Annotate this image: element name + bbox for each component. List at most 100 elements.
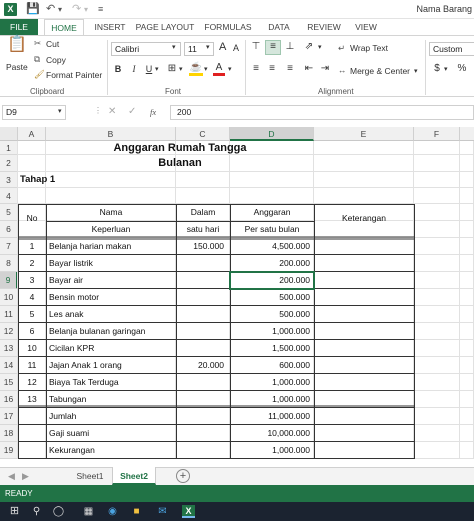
italic-button[interactable]: I: [128, 63, 140, 75]
item-no: 13: [27, 394, 37, 404]
shrink-font-button[interactable]: A: [233, 43, 239, 53]
paste-button[interactable]: Paste: [6, 62, 28, 72]
align-bottom-icon[interactable]: ⊥: [283, 41, 297, 53]
borders-icon[interactable]: ⊞: [165, 63, 179, 75]
copy-button[interactable]: Copy: [46, 55, 66, 65]
align-top-icon[interactable]: ⊤: [249, 41, 263, 53]
tab-review[interactable]: REVIEW: [302, 19, 346, 36]
chevron-down-icon[interactable]: ▾: [204, 65, 208, 73]
percent-button[interactable]: %: [456, 63, 468, 75]
undo-dropdown-icon[interactable]: ▾: [58, 2, 62, 17]
item-daily: 20.000: [198, 360, 224, 370]
prev-sheet-icon[interactable]: ◀: [8, 471, 15, 482]
item-monthly: 1,500.000: [272, 343, 310, 353]
chevron-down-icon[interactable]: ▾: [228, 65, 232, 73]
item-no: 5: [29, 309, 35, 319]
selected-cell-d9[interactable]: [229, 271, 315, 290]
tab-data[interactable]: DATA: [262, 19, 296, 36]
format-painter-icon[interactable]: 🖌: [34, 69, 45, 80]
tab-page-layout[interactable]: PAGE LAYOUT: [134, 19, 196, 36]
grow-font-button[interactable]: A: [219, 41, 226, 53]
enter-icon[interactable]: ✓: [128, 106, 136, 117]
chevron-down-icon[interactable]: ▾: [172, 43, 176, 51]
sheet-tab-sheet2[interactable]: Sheet2: [112, 467, 156, 485]
item-no: 12: [27, 377, 37, 387]
formula-input[interactable]: 200: [170, 105, 474, 120]
spreadsheet-grid: A B C D E F 1 2 3 4 5 6 7 8 9 10 11 12 13 14 15 16 17 18 1…: [0, 127, 474, 467]
item-monthly: 600.000: [279, 360, 310, 370]
tab-view[interactable]: VIEW: [350, 19, 382, 36]
search-icon[interactable]: ⚲: [30, 505, 43, 518]
tab-file[interactable]: FILE: [0, 19, 38, 36]
cut-button[interactable]: Cut: [46, 39, 59, 49]
header-anggaran: Anggaran: [253, 207, 291, 217]
edge-browser-icon[interactable]: ◉: [106, 505, 119, 518]
chevron-down-icon[interactable]: ▾: [444, 65, 448, 73]
item-name: Bayar listrik: [49, 258, 93, 268]
number-format-select[interactable]: Custom: [429, 42, 474, 56]
windows-taskbar: ⊞ ⚲ ◯ ▦ ◉ ■ ✉ X: [0, 502, 474, 521]
item-daily: [176, 391, 224, 408]
bold-button[interactable]: B: [112, 63, 124, 75]
decrease-indent-icon[interactable]: ⇤: [302, 63, 316, 75]
insert-function-button[interactable]: fx: [150, 107, 156, 117]
redo-dropdown-icon[interactable]: ▾: [84, 2, 88, 17]
customize-quick-access-icon[interactable]: ≡: [98, 2, 103, 17]
next-sheet-icon[interactable]: ▶: [22, 471, 29, 482]
cancel-icon[interactable]: ✕: [108, 106, 116, 117]
item-daily: [176, 289, 224, 306]
summary-label: Jumlah: [49, 411, 77, 421]
font-color-button[interactable]: A: [213, 62, 225, 76]
name-box[interactable]: D9: [2, 105, 66, 120]
chevron-down-icon[interactable]: ▾: [318, 43, 322, 51]
underline-button[interactable]: U: [143, 63, 155, 75]
more-icon: ⋮: [94, 106, 102, 115]
chevron-down-icon[interactable]: ▾: [58, 107, 62, 115]
align-left-icon[interactable]: ≡: [249, 63, 263, 75]
align-middle-icon[interactable]: ≡: [265, 40, 281, 55]
windows-start-icon[interactable]: ⊞: [8, 505, 21, 518]
font-name-select[interactable]: Calibri: [111, 42, 181, 56]
tab-formulas[interactable]: FORMULAS: [202, 19, 254, 36]
fill-color-icon[interactable]: ☕: [189, 62, 203, 76]
mail-icon[interactable]: ✉: [156, 505, 169, 518]
redo-icon[interactable]: ↷: [72, 2, 81, 17]
chevron-down-icon[interactable]: ▾: [414, 67, 418, 75]
add-sheet-button[interactable]: +: [176, 469, 190, 483]
task-view-icon[interactable]: ◯: [52, 505, 65, 518]
ribbon-home: 📋 Paste ✂ Cut ⧉ Copy 🖌 Format Painter Cl…: [0, 35, 474, 97]
copy-icon[interactable]: ⧉: [34, 54, 40, 65]
item-no: 3: [29, 275, 35, 285]
align-right-icon[interactable]: ≡: [283, 63, 297, 75]
file-explorer-icon[interactable]: ▦: [82, 505, 95, 518]
folder-icon[interactable]: ■: [130, 505, 143, 518]
undo-icon[interactable]: ↶: [46, 2, 55, 17]
tab-home[interactable]: HOME: [44, 19, 84, 36]
sheet-tab-sheet1[interactable]: Sheet1: [68, 468, 112, 485]
tab-insert[interactable]: INSERT: [90, 19, 130, 36]
increase-indent-icon[interactable]: ⇥: [318, 63, 332, 75]
wrap-text-icon[interactable]: ↵: [338, 43, 345, 54]
item-monthly: 500.000: [279, 292, 310, 302]
item-daily: [176, 323, 224, 340]
chevron-down-icon[interactable]: ▾: [155, 65, 159, 73]
alignment-group-label: Alignment: [318, 87, 354, 96]
align-center-icon[interactable]: ≡: [265, 63, 279, 75]
paste-icon[interactable]: 📋: [6, 37, 28, 63]
chevron-down-icon[interactable]: ▾: [179, 65, 183, 73]
currency-button[interactable]: $: [431, 63, 443, 75]
save-icon[interactable]: 💾: [26, 2, 40, 17]
clipboard-group-label: Clipboard: [30, 87, 65, 96]
sheet-tab-bar: ◀ ▶ Sheet1 Sheet2 +: [0, 467, 474, 485]
cut-icon[interactable]: ✂: [34, 38, 41, 49]
item-daily: 150.000: [193, 241, 224, 251]
merge-center-button[interactable]: Merge & Center: [350, 66, 410, 76]
format-painter-button[interactable]: Format Painter: [46, 70, 102, 80]
orientation-icon[interactable]: ⇗: [302, 41, 316, 53]
wrap-text-button[interactable]: Wrap Text: [350, 43, 388, 53]
header-per-bulan: Per satu bulan: [244, 224, 300, 234]
excel-taskbar-icon[interactable]: X: [182, 505, 195, 518]
merge-center-icon[interactable]: ↔: [338, 65, 347, 75]
chevron-down-icon[interactable]: ▾: [206, 43, 210, 51]
header-no: No: [26, 213, 38, 223]
